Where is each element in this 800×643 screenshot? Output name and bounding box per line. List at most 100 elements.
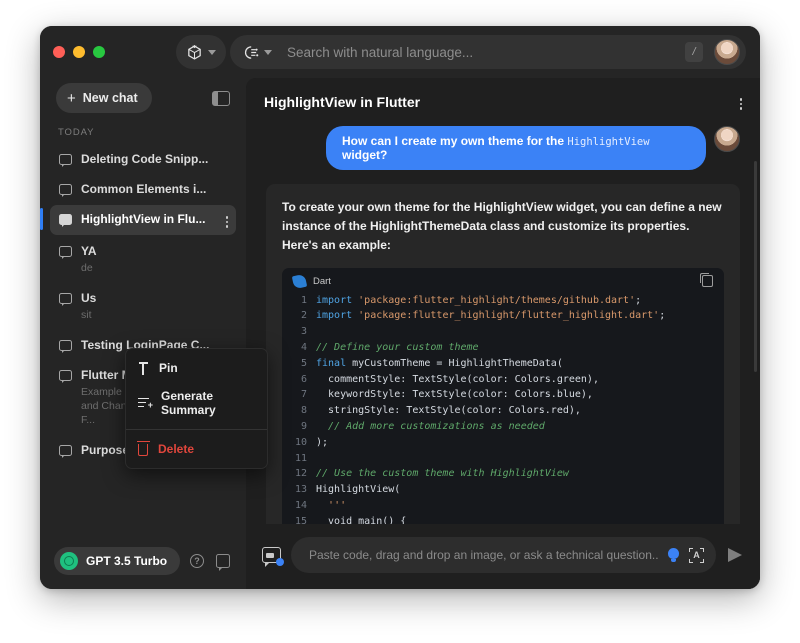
chat-bubble-icon — [59, 214, 72, 227]
code-content[interactable]: 1 import 'package:flutter_highlight/theme… — [282, 293, 724, 524]
chat-menu-icon[interactable] — [739, 94, 742, 110]
code-line-content — [316, 324, 322, 340]
cube-icon — [188, 44, 201, 60]
list-item[interactable]: Us sit — [50, 284, 236, 329]
chat-bubble-icon — [59, 154, 72, 167]
chat-title: Deleting Code Snipp... — [81, 152, 209, 166]
code-line: 9 // Add more customizations as needed — [282, 419, 724, 435]
message-input[interactable]: Paste code, drag and drop an image, or a… — [291, 537, 716, 573]
chat-context-menu[interactable]: Pin + Generate Summary Delete — [125, 348, 268, 469]
code-line-content: stringStyle: TextStyle(color: Colors.red… — [316, 405, 581, 417]
code-line-number: 3 — [300, 326, 307, 338]
search-input-placeholder[interactable]: Search with natural language... — [287, 45, 680, 60]
code-line-number: 13 — [294, 484, 307, 496]
help-icon[interactable]: ? — [190, 554, 204, 568]
model-name-label: GPT 3.5 Turbo — [86, 554, 168, 568]
new-chat-label: New chat — [82, 91, 138, 105]
chat-list: Deleting Code Snipp... Common Elements i… — [40, 145, 246, 537]
code-line-number: 10 — [294, 436, 307, 448]
openai-icon — [60, 552, 78, 570]
list-item[interactable]: Deleting Code Snipp... — [50, 145, 236, 173]
footer-icon-group: ? — [190, 554, 230, 571]
scrollbar[interactable] — [754, 130, 757, 514]
code-line: 7 keywordStyle: TextStyle(color: Colors.… — [282, 387, 724, 403]
pin-icon — [138, 361, 149, 375]
sidebar: + New chat TODAY Deleting Code Snipp... … — [40, 78, 246, 589]
code-line-content: ''' — [328, 499, 347, 511]
code-line-content: commentStyle: TextStyle(color: Colors.gr… — [316, 373, 599, 385]
send-icon[interactable] — [728, 548, 742, 562]
lightbulb-icon[interactable] — [668, 548, 679, 562]
code-line-number: 9 — [300, 420, 307, 432]
dart-logo-icon — [291, 273, 308, 289]
ocr-scan-icon[interactable]: A — [689, 547, 704, 563]
sidebar-item-highlightview[interactable]: HighlightView in Flu... — [40, 205, 236, 235]
code-line-content: // Define your custom theme — [316, 341, 479, 353]
code-line: 6 commentStyle: TextStyle(color: Colors.… — [282, 372, 724, 388]
user-message-bubble: How can I create my own theme for the Hi… — [326, 126, 706, 170]
code-line-number: 15 — [294, 515, 307, 524]
search-bar[interactable]: Search with natural language... / — [230, 35, 746, 69]
code-line-content — [316, 451, 322, 467]
code-line-content: void main() { — [316, 515, 407, 524]
window-body: + New chat TODAY Deleting Code Snipp... … — [40, 78, 760, 589]
attach-image-icon[interactable] — [262, 547, 284, 567]
brain-plug-icon — [244, 45, 259, 59]
chat-bubble-icon — [59, 369, 72, 383]
feedback-icon[interactable] — [216, 554, 230, 571]
assistant-message-card: To create your own theme for the Highlig… — [266, 184, 740, 524]
code-line-content: HighlightView( — [316, 484, 401, 496]
context-menu-summary-label: Generate Summary — [161, 389, 216, 417]
close-window-button[interactable] — [53, 46, 65, 58]
chat-bubble-icon — [59, 339, 72, 353]
composer: Paste code, drag and drop an image, or a… — [246, 524, 760, 589]
conversation-scroll-area[interactable]: How can I create my own theme for the Hi… — [246, 120, 760, 524]
context-menu-pin[interactable]: Pin — [126, 354, 267, 382]
user-message-code: HighlightView — [567, 136, 650, 148]
chat-title: Common Elements i... — [81, 182, 207, 196]
chat-title: HighlightView in Flu... — [81, 212, 206, 226]
context-menu-generate-summary[interactable]: + Generate Summary — [126, 382, 267, 424]
list-item[interactable]: YA de — [50, 237, 236, 282]
minimize-window-button[interactable] — [73, 46, 85, 58]
chevron-down-icon — [264, 49, 272, 55]
code-line-number: 8 — [300, 405, 307, 417]
code-line: 11 — [282, 451, 724, 467]
message-input-placeholder: Paste code, drag and drop an image, or a… — [309, 548, 658, 562]
list-item[interactable]: Common Elements i... — [50, 175, 236, 203]
code-line: 3 — [282, 324, 724, 340]
chat-options-icon[interactable] — [225, 212, 228, 228]
slash-shortcut-badge: / — [685, 42, 703, 62]
code-line: 15 void main() { — [282, 514, 724, 524]
context-menu-delete[interactable]: Delete — [126, 435, 267, 463]
code-language-group: Dart — [291, 273, 331, 289]
code-line: 8 stringStyle: TextStyle(color: Colors.r… — [282, 403, 724, 419]
chat-subtitle: sit — [81, 308, 92, 321]
code-line: 10); — [282, 435, 724, 451]
code-line-content: // Use the custom theme with HighlightVi… — [316, 468, 569, 480]
user-avatar[interactable] — [714, 126, 740, 152]
sidebar-toggle-icon[interactable] — [212, 90, 230, 106]
sidebar-section-label: TODAY — [58, 127, 95, 138]
user-message-text-before: How can I create my own theme for the — [342, 134, 568, 148]
maximize-window-button[interactable] — [93, 46, 105, 58]
code-line-number: 5 — [300, 357, 307, 369]
code-line-number: 7 — [300, 389, 307, 401]
context-menu-divider — [126, 429, 267, 430]
model-scope-dropdown[interactable] — [176, 35, 226, 69]
context-menu-pin-label: Pin — [159, 361, 178, 375]
new-chat-button[interactable]: + New chat — [56, 83, 152, 113]
chat-header: HighlightView in Flutter — [246, 78, 760, 120]
traffic-lights — [40, 46, 105, 58]
code-line-number: 6 — [300, 373, 307, 385]
code-language-label: Dart — [313, 275, 331, 287]
model-selector-button[interactable]: GPT 3.5 Turbo — [54, 547, 181, 575]
code-line-number: 12 — [294, 468, 307, 480]
scrollbar-thumb[interactable] — [754, 160, 757, 372]
code-line-content: // Add more customizations as needed — [328, 420, 545, 432]
user-avatar[interactable] — [714, 39, 740, 65]
main-panel: HighlightView in Flutter How can I creat… — [246, 78, 760, 589]
code-line-content: import 'package:flutter_highlight/themes… — [316, 294, 642, 306]
sidebar-footer: GPT 3.5 Turbo ? — [40, 537, 246, 589]
copy-icon[interactable] — [699, 273, 713, 288]
